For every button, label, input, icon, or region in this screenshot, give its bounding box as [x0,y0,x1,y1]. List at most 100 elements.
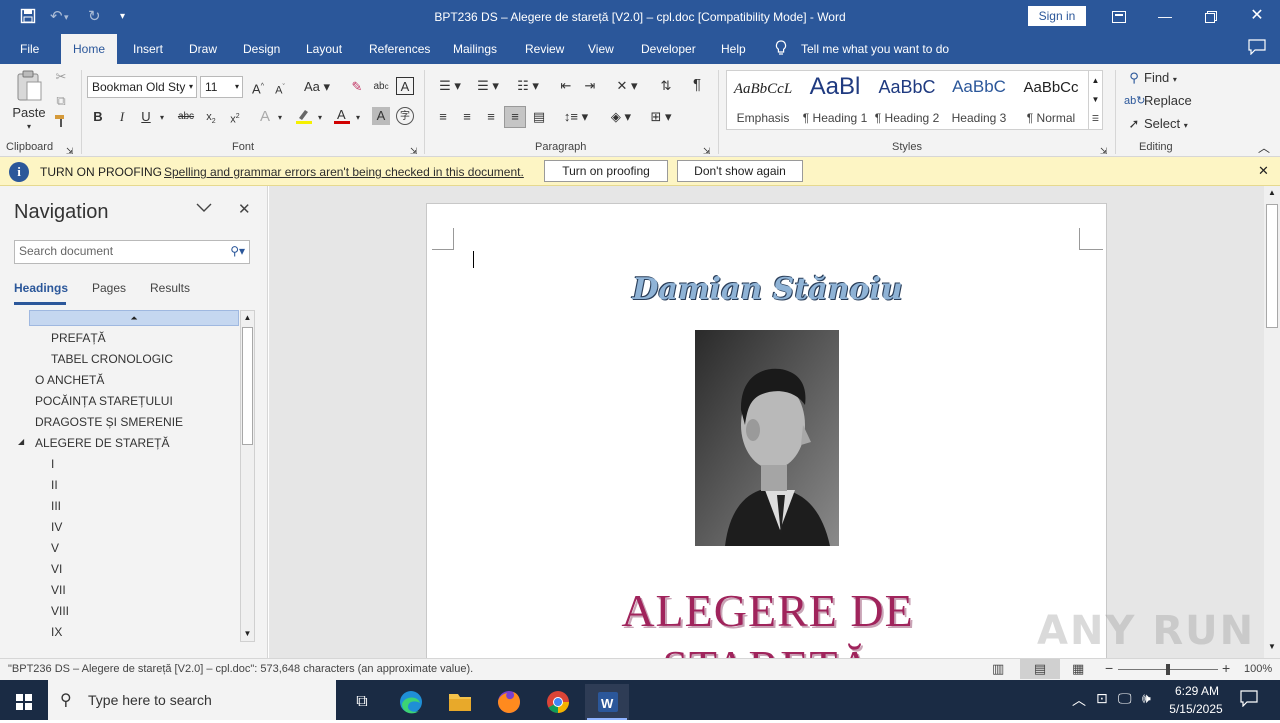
minimize-icon[interactable]: — [1142,0,1188,34]
scroll-up-icon[interactable]: ▲ [1266,188,1278,200]
subscript-icon[interactable]: x2 [202,108,220,131]
chrome-icon[interactable] [536,684,580,720]
document-scroll-thumb[interactable] [1266,204,1278,328]
text-effects-icon[interactable]: A [256,108,274,126]
nav-heading-item[interactable]: III [51,499,61,513]
tab-layout[interactable]: Layout [306,42,342,56]
zoom-in-icon[interactable]: + [1222,660,1230,676]
restore-icon[interactable] [1188,0,1234,34]
nav-heading-item[interactable]: DRAGOSTE ȘI SMERENIE [35,415,183,429]
font-color-dropdown-icon[interactable]: ▾ [352,109,364,127]
nav-heading-item[interactable]: IX [51,625,62,639]
copy-icon[interactable]: ⧉ [52,92,70,110]
shading-icon[interactable]: ◈ ▾ [604,108,638,126]
style-normal[interactable]: AaBbCc ¶ Normal [1015,71,1087,129]
increase-indent-icon[interactable]: ⇥ [580,77,600,95]
grow-font-icon[interactable]: A^ [250,78,266,98]
scroll-down-icon[interactable]: ▼ [241,627,254,641]
nav-heading-item[interactable]: VIII [51,604,69,618]
read-mode-icon[interactable]: ▥ [992,661,1004,677]
tab-review[interactable]: Review [525,42,564,56]
nav-tab-results[interactable]: Results [150,281,190,295]
nav-heading-item[interactable]: PREFAȚĂ [51,331,106,345]
underline-icon[interactable]: U [138,108,154,126]
decrease-indent-icon[interactable]: ⇤ [556,77,576,95]
nav-scroll-thumb[interactable] [242,327,253,445]
sign-in-button[interactable]: Sign in [1028,6,1086,26]
nav-heading-item[interactable]: V [51,541,59,555]
paste-icon[interactable] [14,70,44,104]
enclose-characters-icon[interactable]: 字 [396,107,414,125]
find-icon[interactable]: ⚲ [1124,69,1144,87]
comments-icon[interactable] [1248,39,1266,58]
nav-heading-item[interactable]: TABEL CRONOLOGIC [51,352,173,366]
text-effects-dropdown-icon[interactable]: ▾ [274,109,286,127]
volume-icon[interactable]: 🕪 [1142,690,1151,707]
font-size-select[interactable]: 11 ▾ [200,76,243,98]
edge-icon[interactable] [389,684,433,720]
ribbon-display-options-icon[interactable] [1096,0,1142,34]
chevron-down-icon[interactable] [196,200,212,216]
nav-scroll-to-top[interactable]: ⏶ [29,310,239,326]
zoom-out-icon[interactable]: − [1105,660,1113,676]
select-icon[interactable]: ➚ [1124,115,1144,133]
line-spacing-icon[interactable]: ↕≡ ▾ [560,108,592,126]
search-icon[interactable]: ⚲▾ [230,244,245,258]
scroll-down-icon[interactable]: ▼ [1266,642,1278,654]
clear-formatting-icon[interactable]: ✎ [348,78,366,96]
styles-scroll[interactable]: ▲ ▼ ☰ [1088,71,1102,129]
nav-tab-headings[interactable]: Headings [14,281,68,295]
tab-design[interactable]: Design [243,42,280,56]
numbering-icon[interactable]: ☰ ▾ [472,77,504,95]
tab-references[interactable]: References [369,42,430,56]
network-icon[interactable]: ⊡ [1096,690,1108,707]
tab-view[interactable]: View [588,42,614,56]
borders-icon[interactable]: ⊞ ▾ [644,108,678,126]
notifications-icon[interactable] [1240,689,1258,711]
underline-dropdown-icon[interactable]: ▾ [156,109,168,127]
document-page[interactable]: Damian Stănoiu ALEGERE DE STAREȚĂ [426,203,1107,658]
tab-home[interactable]: Home [61,34,118,64]
font-name-select[interactable]: Bookman Old Sty ▾ [87,76,197,98]
italic-icon[interactable]: I [114,108,130,126]
taskbar-search-box[interactable]: ⚲ Type here to search [48,680,336,720]
paste-dropdown-icon[interactable]: ▾ [22,118,36,136]
shrink-font-icon[interactable]: Aˇ [272,79,288,100]
search-document-input[interactable]: Search document ⚲▾ [14,240,250,264]
find-button[interactable]: Find ▾ [1144,69,1184,89]
task-view-icon[interactable]: ⧉ [340,684,384,720]
scroll-up-icon[interactable]: ▲ [241,311,254,325]
bold-icon[interactable]: B [90,108,106,126]
multilevel-list-icon[interactable]: ☷ ▾ [512,77,544,95]
tell-me-search[interactable]: Tell me what you want to do [801,42,949,56]
monitor-icon[interactable]: 🖵 [1118,690,1132,707]
nav-tab-pages[interactable]: Pages [92,281,126,295]
style-heading-3[interactable]: AaBbC Heading 3 [943,71,1015,129]
show-hidden-icons-icon[interactable]: ︿ [1072,690,1086,710]
style-heading-1[interactable]: AaBl ¶ Heading 1 [799,71,871,129]
replace-icon[interactable]: ab↻ [1124,92,1145,110]
print-layout-icon[interactable]: ▤ [1020,659,1060,679]
nav-heading-item[interactable]: POCĂINȚA STAREȚULUI [35,394,173,408]
infobar-message-link[interactable]: Spelling and grammar errors aren't being… [164,165,524,179]
replace-button[interactable]: Replace [1144,92,1194,110]
tab-draw[interactable]: Draw [189,42,217,56]
close-icon[interactable]: ✕ [1234,0,1280,34]
style-heading-2[interactable]: AaBbC ¶ Heading 2 [871,71,943,129]
tab-file[interactable]: File [20,42,39,56]
nav-heading-item[interactable]: VI [51,562,62,576]
sort-icon[interactable]: ⇅ [656,77,676,95]
windows-start-icon[interactable] [2,684,46,720]
nav-scrollbar[interactable]: ▲ ▼ [240,310,255,642]
superscript-icon[interactable]: x2 [226,108,244,129]
collapse-triangle-icon[interactable]: ◢ [18,437,24,446]
infobar-close-icon[interactable]: ✕ [1258,163,1269,179]
asian-layout-icon[interactable]: ✕ ▾ [612,77,642,95]
nav-heading-item[interactable]: O ANCHETĂ [35,373,104,387]
bullets-icon[interactable]: ☰ ▾ [434,77,466,95]
tab-help[interactable]: Help [721,42,746,56]
strikethrough-icon[interactable]: abc [176,108,196,126]
zoom-slider-thumb[interactable] [1166,664,1170,675]
distributed-icon[interactable]: ▤ [530,108,548,126]
dont-show-again-button[interactable]: Don't show again [677,160,803,182]
